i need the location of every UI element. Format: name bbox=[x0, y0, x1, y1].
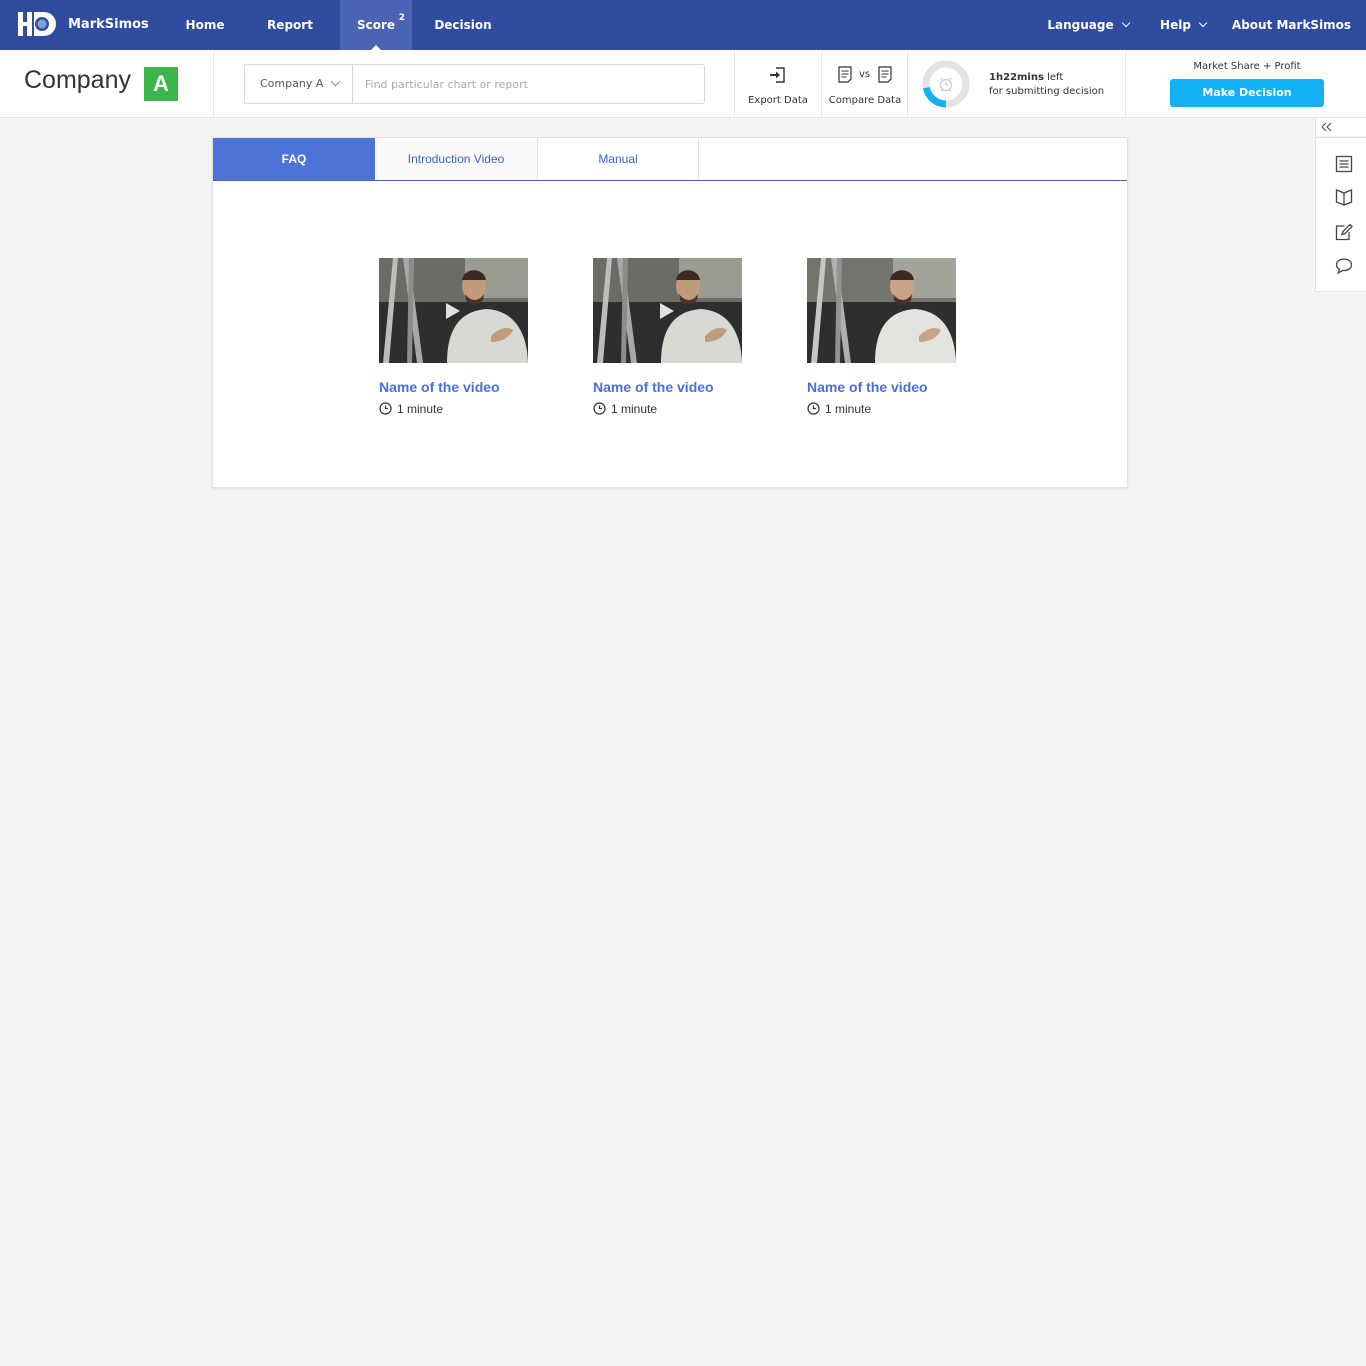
company-title: Company bbox=[24, 66, 131, 94]
export-icon bbox=[770, 67, 785, 83]
nav-home[interactable]: Home bbox=[173, 0, 237, 50]
about-link[interactable]: About MarkSimos bbox=[1229, 0, 1354, 50]
video-thumbnail-image bbox=[807, 258, 956, 363]
divider bbox=[213, 50, 214, 118]
company-select[interactable]: Company A bbox=[245, 65, 353, 103]
compare-data-label: Compare Data bbox=[828, 95, 902, 106]
timer-text: 1h22mins left for submitting decision bbox=[989, 71, 1104, 99]
list-icon[interactable] bbox=[1334, 154, 1354, 174]
nav-score-badge: 2 bbox=[398, 13, 406, 23]
export-data-label: Export Data bbox=[748, 95, 808, 106]
video-duration-text: 1 minute bbox=[397, 402, 444, 416]
document-icon bbox=[838, 66, 852, 83]
tab-introduction-video-label: Introduction Video bbox=[407, 152, 505, 166]
time-suffix: left bbox=[1047, 72, 1064, 83]
compare-vs-label: vs bbox=[859, 69, 871, 80]
about-label: About MarkSimos bbox=[1231, 18, 1352, 32]
video-duration: 1 minute bbox=[807, 402, 871, 416]
video-duration-text: 1 minute bbox=[611, 402, 658, 416]
chat-icon[interactable] bbox=[1334, 256, 1354, 276]
help-label: Help bbox=[1160, 18, 1191, 32]
company-select-value: Company A bbox=[260, 77, 324, 90]
video-duration: 1 minute bbox=[593, 402, 657, 416]
compare-data-button[interactable]: vs Compare Data bbox=[822, 50, 908, 118]
language-dropdown[interactable]: Language bbox=[1040, 0, 1136, 50]
language-label: Language bbox=[1047, 18, 1114, 32]
sidebar-collapse-toggle[interactable] bbox=[1315, 118, 1366, 136]
play-icon bbox=[660, 303, 674, 319]
timer-progress-ring bbox=[922, 60, 970, 108]
nav-score-label: Score bbox=[356, 18, 396, 32]
top-navbar: MarkSimos Home Report Score 2 Decision L… bbox=[0, 0, 1366, 50]
time-caption: for submitting decision bbox=[989, 86, 1105, 97]
make-decision-button[interactable]: Make Decision bbox=[1170, 79, 1324, 107]
right-tool-sidebar bbox=[1315, 137, 1366, 292]
clock-icon bbox=[379, 402, 392, 415]
export-data-button[interactable]: Export Data bbox=[735, 50, 821, 118]
nav-decision-label: Decision bbox=[434, 18, 492, 32]
scoring-mode-label: Market Share + Profit bbox=[1193, 61, 1301, 72]
tab-manual-label: Manual bbox=[598, 152, 638, 166]
video-duration-text: 1 minute bbox=[825, 402, 872, 416]
video-title[interactable]: Name of the video bbox=[379, 379, 500, 395]
chevron-down-icon bbox=[1198, 18, 1208, 28]
play-icon bbox=[446, 303, 460, 319]
edit-icon[interactable] bbox=[1334, 222, 1354, 242]
clock-icon bbox=[807, 402, 820, 415]
video-title[interactable]: Name of the video bbox=[807, 379, 928, 395]
company-badge: A bbox=[144, 67, 178, 101]
video-thumbnail[interactable] bbox=[593, 258, 742, 363]
nav-report[interactable]: Report bbox=[255, 0, 325, 50]
chevron-down-icon bbox=[1121, 18, 1130, 28]
tab-introduction-video[interactable]: Introduction Video bbox=[375, 138, 538, 180]
help-dropdown[interactable]: Help bbox=[1152, 0, 1214, 50]
nav-home-label: Home bbox=[185, 18, 225, 32]
search-input[interactable] bbox=[354, 65, 704, 103]
company-header: Company A Company A Export Data vs Compa… bbox=[0, 50, 1366, 118]
document-icon bbox=[878, 66, 892, 83]
video-title[interactable]: Name of the video bbox=[593, 379, 714, 395]
time-remaining: 1h22mins bbox=[989, 72, 1044, 83]
nav-decision[interactable]: Decision bbox=[425, 0, 501, 50]
book-icon[interactable] bbox=[1334, 186, 1354, 206]
tab-faq-label: FAQ bbox=[281, 152, 307, 166]
video-thumbnail[interactable] bbox=[807, 258, 956, 363]
chevron-down-icon bbox=[330, 76, 341, 87]
alarm-clock-icon bbox=[939, 77, 953, 92]
double-chevron-left-icon bbox=[1321, 122, 1332, 132]
help-panel: FAQ Introduction Video Manual Name of th… bbox=[212, 137, 1128, 488]
nav-report-label: Report bbox=[267, 18, 313, 32]
divider bbox=[1125, 50, 1126, 118]
tab-faq[interactable]: FAQ bbox=[213, 138, 375, 180]
brand-name: MarkSimos bbox=[68, 17, 149, 32]
tab-manual[interactable]: Manual bbox=[538, 138, 699, 180]
search-bar: Company A bbox=[244, 64, 705, 104]
marksimos-logo[interactable] bbox=[18, 12, 58, 36]
divider bbox=[907, 50, 908, 118]
nav-score[interactable]: Score 2 bbox=[340, 0, 412, 50]
clock-icon bbox=[593, 402, 606, 415]
help-tabs: FAQ Introduction Video Manual bbox=[213, 138, 1127, 181]
video-duration: 1 minute bbox=[379, 402, 443, 416]
video-thumbnail[interactable] bbox=[379, 258, 528, 363]
